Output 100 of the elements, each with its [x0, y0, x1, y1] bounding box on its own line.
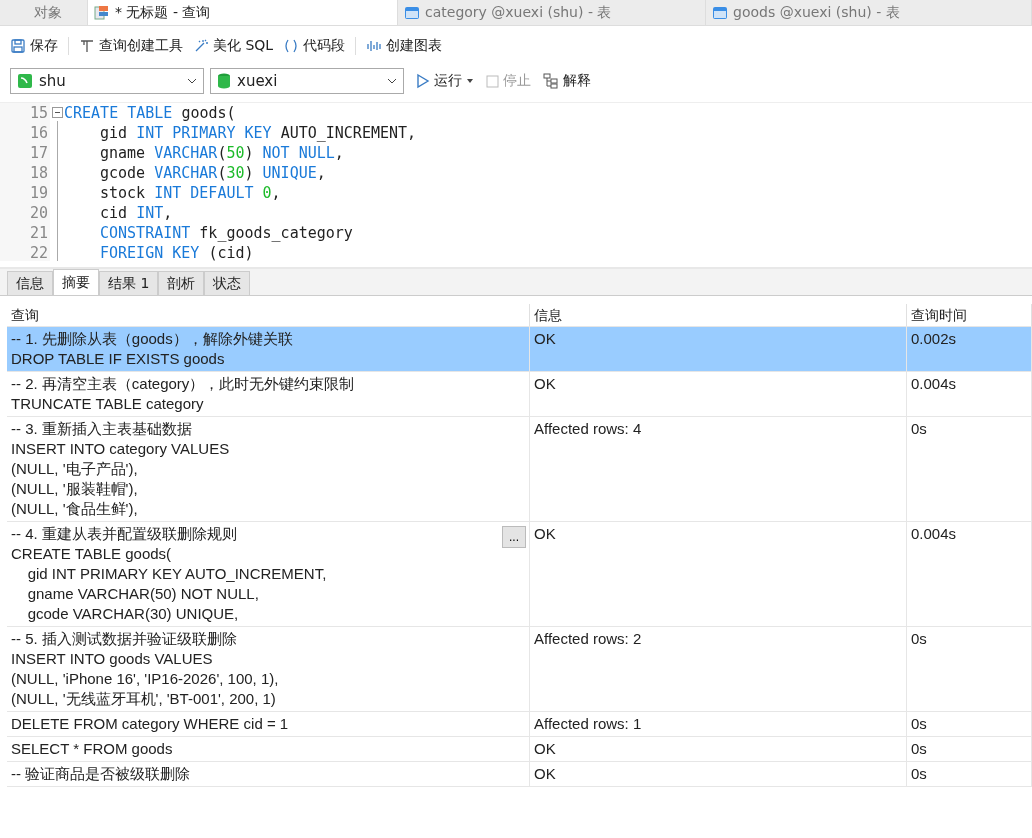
- caret-icon: [387, 78, 397, 84]
- query-text: CREATE TABLE goods(: [11, 544, 172, 564]
- code-line: CONSTRAINT fk_goods_category: [99, 223, 354, 243]
- query-text: DELETE FROM category WHERE cid = 1: [11, 714, 289, 734]
- toolbar-button[interactable]: 美化 SQL: [193, 37, 274, 55]
- column-header: 查询时间: [907, 304, 1032, 326]
- line-number: 19: [28, 183, 49, 203]
- explain-icon: [543, 73, 559, 89]
- connection-icon: [17, 73, 33, 89]
- query-text: (NULL, '电子产品'),: [11, 459, 138, 479]
- wand-icon: [193, 38, 209, 54]
- info-text: OK: [534, 764, 556, 784]
- query-text: TRUNCATE TABLE category: [11, 394, 204, 414]
- toolbar-button[interactable]: 代码段: [283, 37, 346, 55]
- time-text: 0.002s: [911, 329, 957, 349]
- result-row[interactable]: -- 1. 先删除从表（goods），解除外键关联 DROP TABLE IF EXISTS goods OK 0.002s: [7, 327, 1032, 372]
- line-number: 18: [28, 163, 49, 183]
- document-tab[interactable]: goods @xuexi (shu) - 表: [706, 0, 1032, 25]
- result-row[interactable]: -- 4. 重建从表并配置级联删除规则 CREATE TABLE goods( gid INT PRIMARY KEY AUTO_INCREMENT, gname VARCHAR(50) NOT NULL, gcode VARCHAR(30) UNIQUE, ... OK 0.004s: [7, 522, 1032, 627]
- result-tab[interactable]: 结果 1: [99, 271, 159, 295]
- table-icon: [404, 4, 420, 21]
- time-text: 0s: [911, 629, 927, 649]
- time-text: 0s: [911, 714, 927, 734]
- line-number: 16: [28, 123, 49, 143]
- query-text: INSERT INTO category VALUES: [11, 439, 230, 459]
- document-tab[interactable]: * 无标题 - 查询: [88, 0, 398, 25]
- code-line: gname VARCHAR(50) NOT NULL,: [99, 143, 345, 163]
- result-row[interactable]: -- 2. 再清空主表（category），此时无外键约束限制 TRUNCATE TABLE category OK 0.004s: [7, 372, 1032, 417]
- result-tab[interactable]: 剖析: [158, 271, 205, 295]
- result-row[interactable]: SELECT * FROM goods OK 0s: [7, 737, 1032, 762]
- time-text: 0s: [911, 764, 927, 784]
- collapse-icon[interactable]: [51, 106, 63, 118]
- query-text: -- 验证商品是否被级联删除: [11, 764, 191, 784]
- info-text: OK: [534, 739, 556, 759]
- result-row[interactable]: -- 3. 重新插入主表基础数据 INSERT INTO category VALUES (NULL, '电子产品'), (NULL, '服装鞋帽'), (NULL, '食品生鲜'), Affected rows: 4 0s: [7, 417, 1032, 522]
- time-text: 0.004s: [911, 374, 957, 394]
- code-line: stock INT DEFAULT 0,: [99, 183, 282, 203]
- code-line: CREATE TABLE goods(: [64, 103, 237, 123]
- info-text: Affected rows: 2: [534, 629, 642, 649]
- info-text: Affected rows: 1: [534, 714, 642, 734]
- line-number: 17: [28, 143, 49, 163]
- query-icon: [94, 4, 110, 21]
- column-header: 信息: [530, 304, 907, 326]
- info-text: OK: [534, 524, 556, 544]
- result-row[interactable]: -- 5. 插入测试数据并验证级联删除 INSERT INTO goods VALUES (NULL, 'iPhone 16', 'IP16-2026', 100, 1), (NULL, '无线蓝牙耳机', 'BT-001', 200, 1) Affected rows: 2 0s: [7, 627, 1032, 712]
- parentheses-icon: [283, 38, 300, 54]
- result-row[interactable]: DELETE FROM category WHERE cid = 1 Affected rows: 1 0s: [7, 712, 1032, 737]
- action-button[interactable]: 运行: [416, 72, 474, 90]
- connection-select[interactable]: shu: [10, 68, 204, 94]
- database-icon: [217, 73, 231, 89]
- time-text: 0s: [911, 739, 927, 759]
- query-text: gid INT PRIMARY KEY AUTO_INCREMENT,: [26, 564, 327, 584]
- query-text: SELECT * FROM goods: [11, 739, 173, 759]
- info-text: Affected rows: 4: [534, 419, 642, 439]
- query-text: INSERT INTO goods VALUES: [11, 649, 213, 669]
- result-tab[interactable]: 摘要: [53, 269, 99, 295]
- caret-icon: [187, 78, 197, 84]
- table-icon: [712, 4, 728, 21]
- document-tab[interactable]: category @xuexi (shu) - 表: [398, 0, 706, 25]
- stop-icon: [486, 74, 499, 88]
- query-text: -- 3. 重新插入主表基础数据: [11, 419, 192, 439]
- query-text: -- 5. 插入测试数据并验证级联删除: [11, 629, 237, 649]
- action-button[interactable]: 解释: [543, 72, 591, 90]
- dropdown-icon: [466, 78, 474, 84]
- info-text: OK: [534, 374, 556, 394]
- query-text: (NULL, 'iPhone 16', 'IP16-2026', 100, 1),: [11, 669, 279, 689]
- query-text: (NULL, '食品生鲜'),: [11, 499, 138, 519]
- time-text: 0.004s: [911, 524, 957, 544]
- info-text: OK: [534, 329, 556, 349]
- save-icon: [10, 38, 26, 54]
- query-text: -- 2. 再清空主表（category），此时无外键约束限制: [11, 374, 355, 394]
- more-button[interactable]: ...: [502, 526, 526, 548]
- builder-icon: [79, 38, 95, 54]
- query-text: DROP TABLE IF EXISTS goods: [11, 349, 225, 369]
- query-text: gcode VARCHAR(30) UNIQUE,: [26, 604, 239, 624]
- chart-icon: [366, 38, 383, 54]
- code-line: gid INT PRIMARY KEY AUTO_INCREMENT,: [99, 123, 417, 143]
- result-tab[interactable]: 状态: [204, 271, 251, 295]
- code-line: gcode VARCHAR(30) UNIQUE,: [99, 163, 327, 183]
- query-text: gname VARCHAR(50) NOT NULL,: [26, 584, 259, 604]
- query-text: -- 1. 先删除从表（goods），解除外键关联: [11, 329, 293, 349]
- database-select[interactable]: xuexi: [210, 68, 404, 94]
- column-header: 查询: [7, 304, 530, 326]
- toolbar-button[interactable]: 创建图表: [366, 37, 443, 55]
- play-icon: [416, 73, 430, 89]
- toolbar-button[interactable]: 查询创建工具: [79, 37, 183, 55]
- result-row[interactable]: -- 验证商品是否被级联删除 OK 0s: [7, 762, 1032, 787]
- line-number: 15: [28, 103, 49, 123]
- code-line: cid INT,: [99, 203, 174, 223]
- line-number: 22: [28, 243, 49, 261]
- query-text: -- 4. 重建从表并配置级联删除规则: [11, 524, 237, 544]
- line-number: 21: [28, 223, 49, 243]
- document-tab[interactable]: 对象: [0, 0, 88, 25]
- toolbar-button[interactable]: 保存: [10, 37, 58, 55]
- line-number: 20: [28, 203, 49, 223]
- result-tab[interactable]: 信息: [7, 271, 53, 295]
- query-text: (NULL, '服装鞋帽'),: [11, 479, 138, 499]
- code-line: FOREIGN KEY (cid): [99, 243, 255, 261]
- query-text: (NULL, '无线蓝牙耳机', 'BT-001', 200, 1): [11, 689, 276, 709]
- time-text: 0s: [911, 419, 927, 439]
